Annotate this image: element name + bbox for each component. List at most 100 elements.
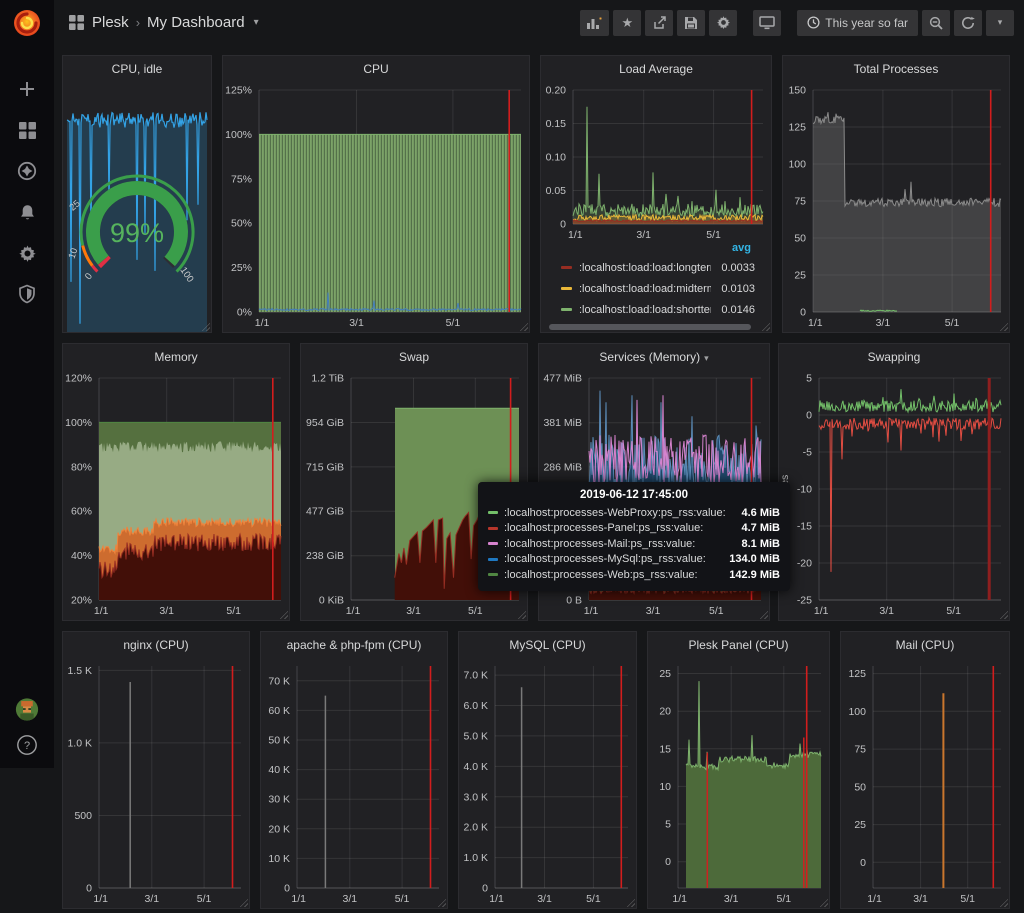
- svg-text:0.10: 0.10: [546, 152, 567, 164]
- breadcrumb: Plesk › My Dashboard ▾: [68, 14, 259, 31]
- sidebar-item-server-admin[interactable]: [9, 281, 45, 307]
- user-avatar[interactable]: [9, 696, 45, 722]
- svg-text:-10: -10: [797, 484, 812, 496]
- legend-row[interactable]: :localhost:load:load:shortterm0.0146: [547, 299, 765, 320]
- chart[interactable]: 00.050.100.150.201/13/15/1: [541, 82, 771, 244]
- chart[interactable]: 20%40%60%80%100%120%1/13/15/1: [63, 370, 289, 620]
- save-dashboard-button[interactable]: [677, 10, 705, 36]
- breadcrumb-dashboard[interactable]: My Dashboard: [147, 14, 245, 31]
- chart[interactable]: 70 K60 K50 K40 K30 K20 K10 K01/13/15/1: [261, 658, 447, 908]
- chart[interactable]: 12510075502501/13/15/1: [841, 658, 1009, 908]
- chevron-down-icon[interactable]: ▾: [704, 353, 709, 363]
- series-color-swatch[interactable]: [561, 308, 572, 311]
- refresh-interval-dropdown[interactable]: ▾: [986, 10, 1014, 36]
- dashboard-settings-button[interactable]: [709, 10, 737, 36]
- dashboards-grid-icon: [18, 121, 37, 140]
- panel-title[interactable]: nginx (CPU): [63, 632, 249, 658]
- help-button[interactable]: ?: [9, 732, 45, 758]
- svg-text:0 KiB: 0 KiB: [319, 595, 344, 607]
- dashboard-grid-icon[interactable]: [68, 14, 85, 31]
- svg-text:286 MiB: 286 MiB: [543, 461, 582, 473]
- svg-text:0.15: 0.15: [546, 118, 567, 130]
- series-color-swatch: [488, 511, 498, 514]
- breadcrumb-site[interactable]: Plesk: [92, 14, 129, 31]
- grafana-flame-icon: [11, 7, 43, 39]
- chart[interactable]: 0%25%50%75%100%125%1/13/15/1: [223, 82, 529, 332]
- legend-sort-avg[interactable]: avg: [547, 239, 765, 257]
- panel-title[interactable]: Total Processes: [783, 56, 1009, 82]
- tooltip-series-label: :localhost:processes-WebProxy:ps_rss:val…: [504, 507, 729, 519]
- panel-title[interactable]: Mail (CPU): [841, 632, 1009, 658]
- refresh-button[interactable]: [954, 10, 982, 36]
- cycle-view-button[interactable]: [753, 10, 781, 36]
- chart[interactable]: 1.5 K1.0 K50001/13/15/1: [63, 658, 249, 908]
- series-color-swatch: [488, 573, 498, 576]
- svg-text:500: 500: [74, 810, 92, 822]
- sidebar-item-explore[interactable]: [9, 158, 45, 184]
- panel-title[interactable]: apache & php-fpm (CPU): [261, 632, 447, 658]
- add-panel-button[interactable]: [580, 10, 609, 36]
- chart[interactable]: 50-5-10-15-20-251/13/15/1pages: [779, 370, 1009, 620]
- svg-text:3/1: 3/1: [537, 893, 552, 905]
- svg-text:75%: 75%: [231, 173, 252, 185]
- svg-text:5/1: 5/1: [395, 893, 410, 905]
- svg-text:-15: -15: [797, 521, 812, 533]
- star-dashboard-button[interactable]: ★: [613, 10, 641, 36]
- panel-title[interactable]: Memory: [63, 344, 289, 370]
- chart[interactable]: 02550751001251501/13/15/1: [783, 82, 1009, 332]
- svg-text:3.0 K: 3.0 K: [463, 791, 488, 803]
- tooltip-series-label: :localhost:processes-Web:ps_rss:value:: [504, 569, 717, 581]
- legend-scrollbar[interactable]: [549, 324, 751, 330]
- svg-text:20%: 20%: [71, 595, 92, 607]
- panel-title[interactable]: MySQL (CPU): [459, 632, 636, 658]
- grafana-logo[interactable]: [0, 0, 54, 45]
- share-dashboard-button[interactable]: [645, 10, 673, 36]
- panel-title[interactable]: Load Average: [541, 56, 771, 82]
- svg-text:5: 5: [665, 819, 671, 831]
- panel-title[interactable]: Swap: [301, 344, 527, 370]
- series-label: :localhost:load:load:longterm: [579, 262, 711, 274]
- svg-text:1.0 K: 1.0 K: [463, 852, 488, 864]
- chart[interactable]: 7.0 K6.0 K5.0 K4.0 K3.0 K2.0 K1.0 K01/13…: [459, 658, 636, 908]
- svg-text:150: 150: [788, 85, 806, 97]
- svg-text:1/1: 1/1: [808, 317, 823, 329]
- svg-text:3/1: 3/1: [913, 893, 928, 905]
- panel-title[interactable]: CPU: [223, 56, 529, 82]
- sidebar-item-configuration[interactable]: [9, 240, 45, 266]
- sidebar-item-alerting[interactable]: [9, 199, 45, 225]
- tooltip-timestamp: 2019-06-12 17:45:00: [488, 489, 780, 501]
- legend-row[interactable]: :localhost:load:load:longterm0.0033: [547, 257, 765, 278]
- panel-cpu: CPU0%25%50%75%100%125%1/13/15/1: [222, 55, 530, 333]
- tooltip-series-label: :localhost:processes-Mail:ps_rss:value:: [504, 538, 729, 550]
- time-range-picker[interactable]: This year so far: [797, 10, 918, 36]
- svg-text:1/1: 1/1: [672, 893, 687, 905]
- create-button[interactable]: [9, 76, 45, 102]
- svg-text:-5: -5: [803, 447, 812, 459]
- legend-row[interactable]: :localhost:load:load:midterm0.0103: [547, 278, 765, 299]
- panel-title[interactable]: CPU, idle: [63, 56, 211, 82]
- svg-text:0: 0: [860, 857, 866, 869]
- svg-text:25: 25: [659, 668, 671, 680]
- panel-title[interactable]: Services (Memory)▾: [539, 344, 769, 370]
- sparkline-gauge[interactable]: 0102510099%: [63, 82, 211, 332]
- svg-text:3/1: 3/1: [342, 893, 357, 905]
- svg-text:1/1: 1/1: [814, 605, 829, 617]
- panel-title[interactable]: Plesk Panel (CPU): [648, 632, 829, 658]
- panel-processes: Total Processes02550751001251501/13/15/1: [782, 55, 1010, 333]
- chevron-down-icon[interactable]: ▾: [254, 17, 259, 28]
- panel-title[interactable]: Swapping: [779, 344, 1009, 370]
- sidebar-item-dashboards[interactable]: [9, 117, 45, 143]
- zoom-out-button[interactable]: [922, 10, 950, 36]
- svg-text:3/1: 3/1: [349, 317, 364, 329]
- chart[interactable]: 25201510501/13/15/1: [648, 658, 829, 908]
- svg-text:?: ?: [24, 740, 30, 752]
- svg-text:1/1: 1/1: [346, 605, 361, 617]
- series-color-swatch[interactable]: [561, 266, 572, 269]
- svg-text:715 GiB: 715 GiB: [306, 461, 344, 473]
- graph-tooltip: 2019-06-12 17:45:00 :localhost:processes…: [478, 482, 790, 591]
- refresh-icon: [961, 16, 975, 30]
- series-color-swatch[interactable]: [561, 287, 572, 290]
- svg-text:954 GiB: 954 GiB: [306, 417, 344, 429]
- gauge-value: 99%: [110, 218, 164, 248]
- svg-text:3/1: 3/1: [646, 605, 661, 617]
